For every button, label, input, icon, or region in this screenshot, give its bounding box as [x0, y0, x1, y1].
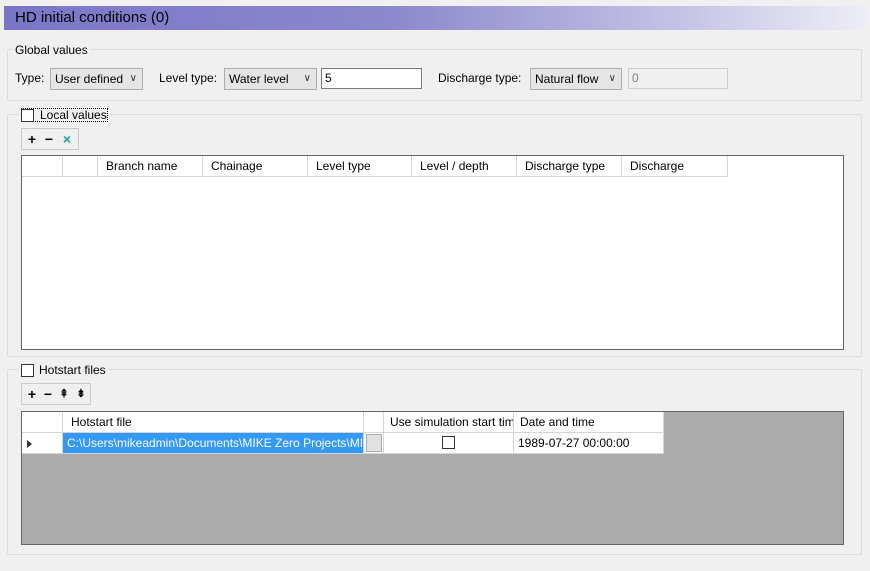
move-down-icon[interactable]: ⇟	[73, 386, 89, 402]
discharge-type-combo[interactable]: Natural flow ∨	[530, 68, 622, 90]
level-value-input[interactable]: 5	[321, 68, 422, 89]
level-type-combo-value: Water level	[229, 72, 289, 86]
column-header-level-type[interactable]: Level type	[308, 156, 412, 177]
panel-title: HD initial conditions (0)	[4, 6, 868, 30]
column-header-discharge[interactable]: Discharge	[622, 156, 728, 177]
delete-icon[interactable]: ×	[59, 131, 75, 147]
type-label: Type:	[15, 71, 45, 85]
add-icon[interactable]: +	[24, 131, 40, 147]
column-header-use-sim-start[interactable]: Use simulation start time	[384, 412, 514, 433]
hotstart-legend-wrap: Hotstart files	[19, 362, 108, 378]
hotstart-file-cell[interactable]: C:\Users\mikeadmin\Documents\MIKE Zero P…	[63, 433, 364, 454]
column-header-date-time[interactable]: Date and time	[514, 412, 664, 433]
level-type-label: Level type:	[159, 71, 218, 85]
chevron-down-icon: ∨	[129, 73, 137, 84]
row-header-column	[22, 156, 63, 177]
triangle-right-icon	[27, 440, 32, 448]
hotstart-grid[interactable]: Hotstart file Use simulation start time …	[21, 411, 844, 545]
column-header-level-depth[interactable]: Level / depth	[412, 156, 517, 177]
column-header-hotstart-file[interactable]: Hotstart file	[63, 412, 364, 433]
hotstart-toolbar: + − ⇞ ⇟	[21, 383, 91, 405]
discharge-type-combo-value: Natural flow	[535, 72, 599, 86]
discharge-value-input[interactable]: 0	[628, 68, 728, 89]
global-values-legend: Global values	[13, 43, 90, 57]
column-header-chainage[interactable]: Chainage	[203, 156, 308, 177]
type-combo[interactable]: User defined ∨	[50, 68, 143, 90]
local-values-checkbox[interactable]	[21, 109, 34, 122]
move-up-icon[interactable]: ⇞	[56, 386, 72, 402]
local-values-toolbar: + − ×	[21, 128, 79, 150]
column-header-discharge-type[interactable]: Discharge type	[517, 156, 622, 177]
column-header-branch-name[interactable]: Branch name	[98, 156, 203, 177]
remove-icon[interactable]: −	[41, 131, 57, 147]
local-values-label[interactable]: Local values	[21, 108, 108, 122]
row-header-column	[22, 412, 63, 433]
column-header-select[interactable]	[63, 156, 98, 177]
local-values-grid[interactable]: Branch name Chainage Level type Level / …	[21, 155, 844, 350]
table-row-indicator[interactable]	[22, 433, 63, 454]
chevron-down-icon: ∨	[303, 73, 311, 84]
chevron-down-icon: ∨	[608, 73, 616, 84]
hotstart-checkbox[interactable]	[21, 364, 34, 377]
local-values-legend-wrap: Local values	[19, 107, 110, 123]
add-icon[interactable]: +	[24, 386, 40, 402]
remove-icon[interactable]: −	[40, 386, 56, 402]
browse-button[interactable]	[366, 434, 382, 452]
level-type-combo[interactable]: Water level ∨	[224, 68, 317, 90]
date-time-cell[interactable]: 1989-07-27 00:00:00	[514, 433, 664, 454]
type-combo-value: User defined	[55, 72, 124, 86]
use-sim-start-checkbox[interactable]	[442, 436, 455, 449]
browse-button-cell[interactable]	[364, 433, 384, 454]
use-sim-start-cell[interactable]	[384, 433, 514, 454]
column-header-browse[interactable]	[364, 412, 384, 433]
discharge-type-label: Discharge type:	[438, 71, 522, 85]
